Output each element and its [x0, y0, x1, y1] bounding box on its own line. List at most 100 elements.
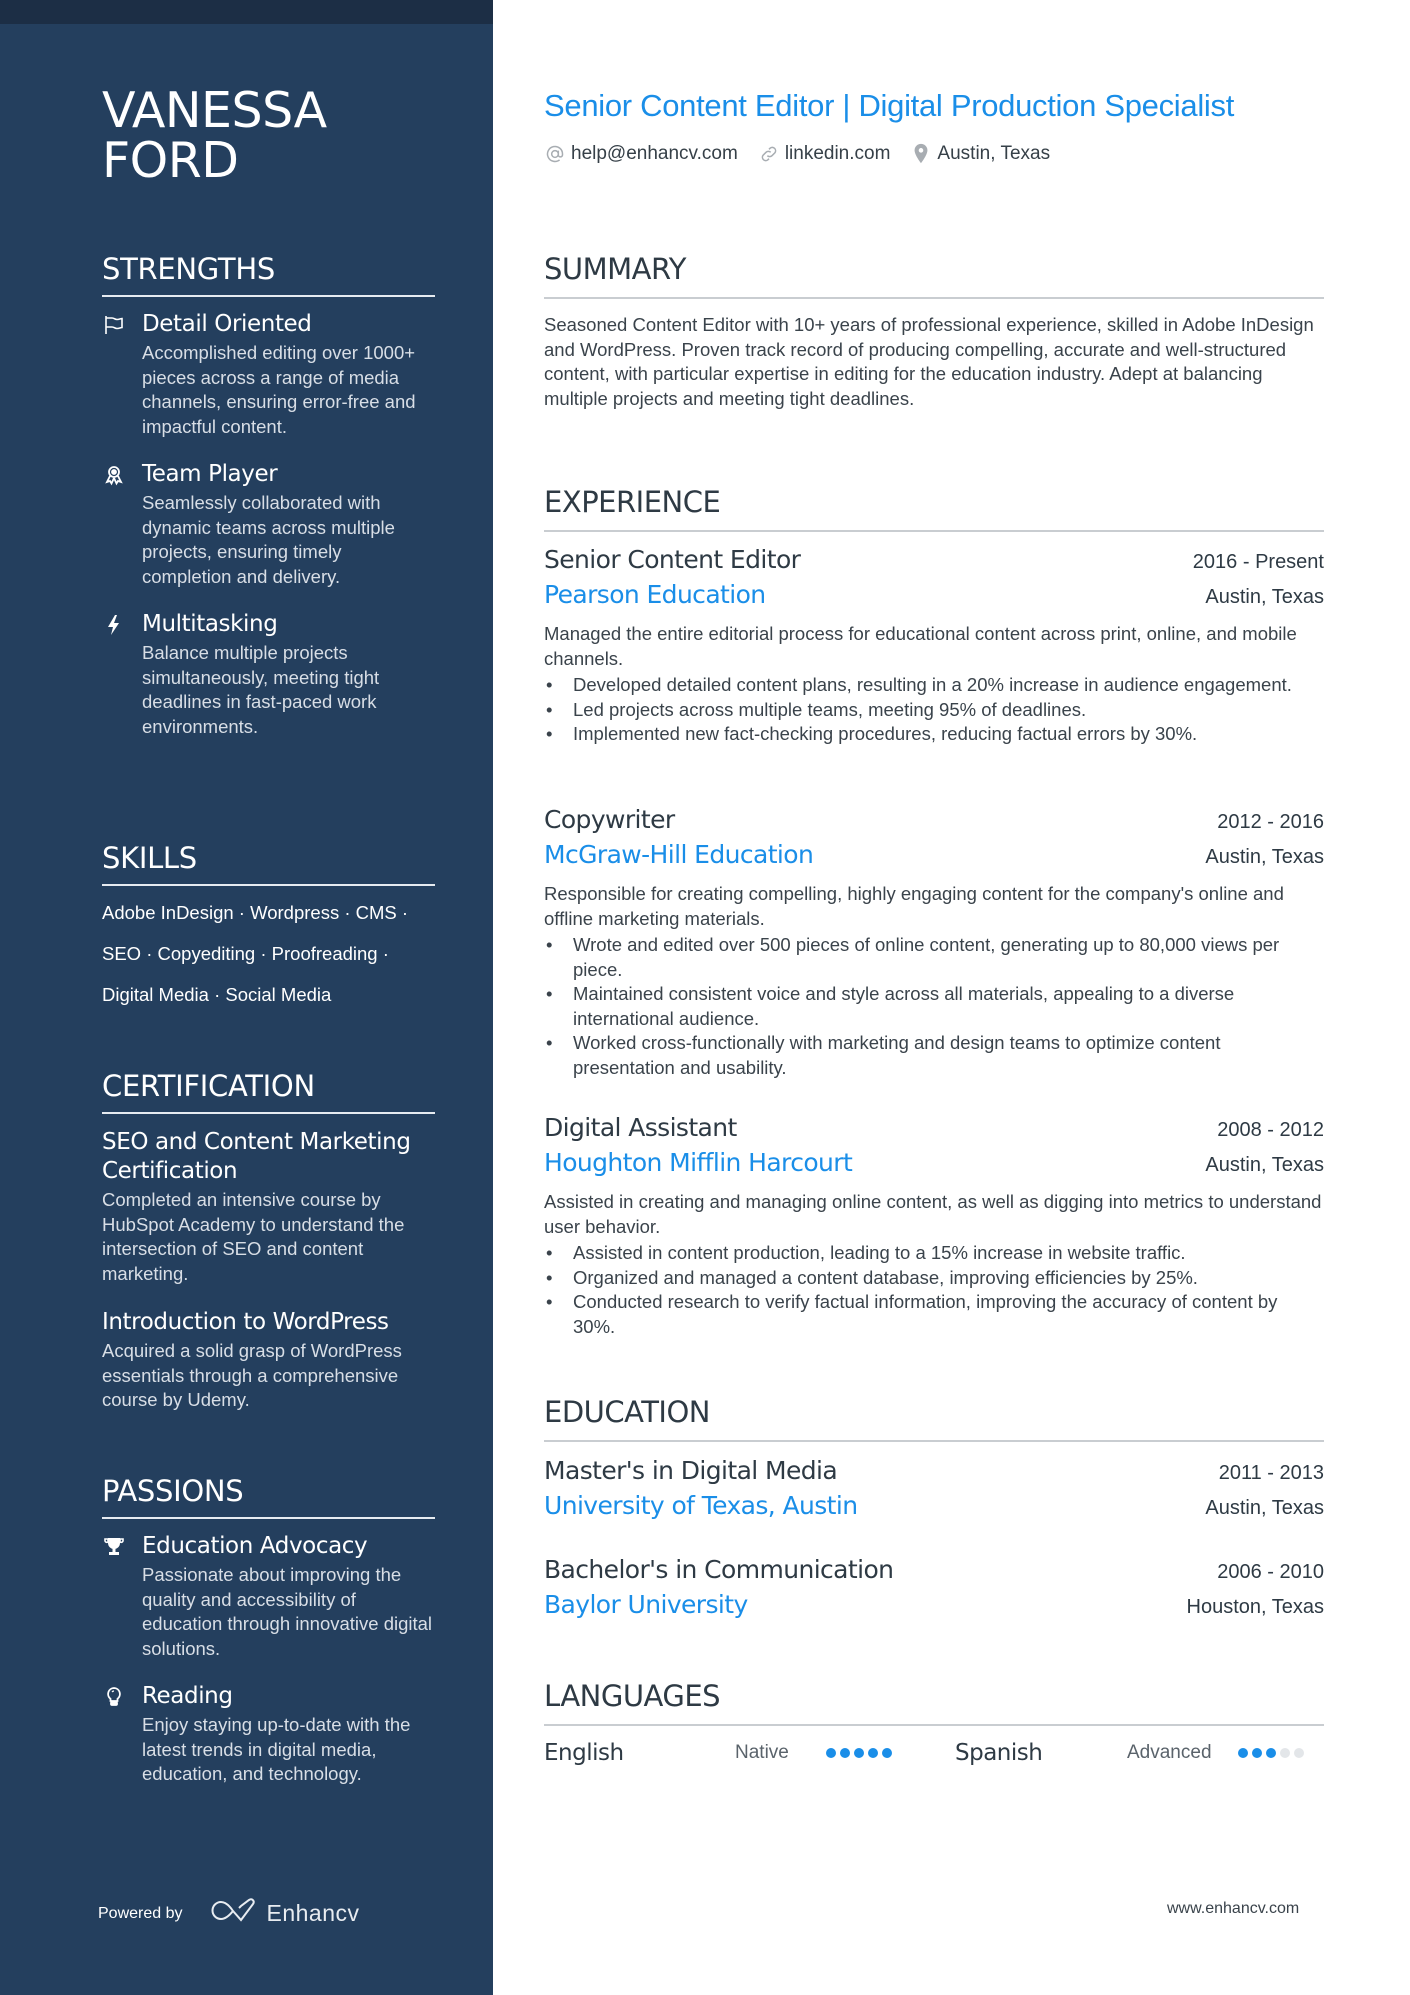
- strength-title: Multitasking: [142, 611, 278, 637]
- linkedin-text: linkedin.com: [784, 143, 891, 164]
- passion-desc: Enjoy staying up-to-date with the latest…: [142, 1714, 411, 1784]
- divider: [102, 1517, 435, 1519]
- divider: [102, 1112, 435, 1114]
- skills-section: SKILLS Adobe InDesign · Wordpress · CMS …: [102, 840, 435, 1015]
- skills-line: Adobe InDesign · Wordpress · CMS ·: [102, 902, 409, 923]
- name-last: FORD: [102, 132, 239, 189]
- passion-item: Education Advocacy Passionate about impr…: [102, 1531, 435, 1661]
- contact-email[interactable]: help@enhancv.com: [544, 143, 738, 165]
- achievement-item: Wrote and edited over 500 pieces of onli…: [544, 933, 1324, 982]
- email-text: help@enhancv.com: [571, 143, 738, 164]
- certification-desc: Acquired a solid grasp of WordPress esse…: [102, 1340, 402, 1410]
- enhancv-logo[interactable]: Enhancv: [211, 1898, 360, 1929]
- passion-title: Education Advocacy: [142, 1533, 368, 1559]
- certification-title: SEO and Content Marketing Certification: [102, 1129, 411, 1184]
- rating-dot-empty: [1280, 1748, 1290, 1758]
- language-rating: [1238, 1748, 1308, 1758]
- link-icon: [758, 143, 780, 165]
- divider: [544, 530, 1324, 532]
- award-ribbon-icon: [102, 463, 126, 487]
- school-name: University of Texas, Austin: [544, 1491, 858, 1520]
- footer-url[interactable]: www.enhancv.com: [1167, 1900, 1299, 1918]
- job-entry: Senior Content Editor 2016 - Present Pear…: [544, 544, 1324, 747]
- passion-title: Reading: [142, 1683, 233, 1709]
- skills-line: Digital Media · Social Media: [102, 984, 332, 1005]
- language-level: Advanced: [1127, 1742, 1212, 1763]
- job-title: Senior Content Editor: [544, 545, 801, 574]
- language-rating: [826, 1748, 896, 1758]
- education-section: EDUCATION: [544, 1394, 1324, 1442]
- infinity-heart-icon: [211, 1898, 259, 1929]
- certification-heading: CERTIFICATION: [102, 1069, 315, 1103]
- at-icon: [544, 143, 566, 165]
- rating-dot-filled: [1238, 1748, 1248, 1758]
- job-title: Copywriter: [544, 805, 675, 834]
- achievement-item: Implemented new fact-checking procedures…: [544, 722, 1324, 747]
- skills-line: SEO · Copyediting · Proofreading ·: [102, 943, 389, 964]
- languages-section: LANGUAGES: [544, 1678, 1324, 1726]
- languages-heading: LANGUAGES: [544, 1679, 721, 1713]
- languages-row: English Native Spanish Advanced: [544, 1737, 1324, 1777]
- contact-linkedin[interactable]: linkedin.com: [758, 143, 891, 165]
- company-name: Houghton Mifflin Harcourt: [544, 1148, 853, 1177]
- job-title: Digital Assistant: [544, 1113, 737, 1142]
- job-dates: 2008 - 2012: [1217, 1119, 1324, 1141]
- strength-title: Detail Oriented: [142, 311, 312, 337]
- job-location: Austin, Texas: [1205, 1154, 1324, 1176]
- rating-dot-filled: [854, 1748, 864, 1758]
- top-band: [0, 0, 493, 24]
- company-name: McGraw-Hill Education: [544, 840, 814, 869]
- rating-dot-filled: [826, 1748, 836, 1758]
- trophy-icon: [102, 1535, 126, 1559]
- certification-title: Introduction to WordPress: [102, 1309, 389, 1335]
- rating-dot-filled: [1252, 1748, 1262, 1758]
- name-first: VANESSA: [102, 82, 327, 139]
- degree: Bachelor's in Communication: [544, 1555, 894, 1584]
- strengths-heading: STRENGTHS: [102, 252, 275, 286]
- lightbulb-icon: [102, 1685, 126, 1709]
- job-dates: 2016 - Present: [1192, 551, 1324, 573]
- company-name: Pearson Education: [544, 580, 766, 609]
- divider: [102, 884, 435, 886]
- powered-by: Powered by Enhancv: [98, 1898, 360, 1929]
- achievement-item: Maintained consistent voice and style ac…: [544, 982, 1324, 1031]
- education-dates: 2011 - 2013: [1218, 1462, 1324, 1484]
- school-location: Houston, Texas: [1186, 1596, 1325, 1618]
- contact-bar: help@enhancv.com linkedin.com Austin, Te…: [544, 143, 1070, 165]
- achievement-item: Assisted in content production, leading …: [544, 1241, 1324, 1266]
- school-location: Austin, Texas: [1205, 1497, 1324, 1519]
- rating-dot-filled: [1266, 1748, 1276, 1758]
- strength-item: Detail Oriented Accomplished editing ove…: [102, 309, 435, 439]
- divider: [102, 295, 435, 297]
- achievement-item: Organized and managed a content database…: [544, 1266, 1324, 1291]
- lightning-bolt-icon: [102, 613, 126, 637]
- job-entry: Copywriter 2012 - 2016 McGraw-Hill Educat…: [544, 804, 1324, 1080]
- language-name: Spanish: [955, 1740, 1043, 1766]
- job-headline: Senior Content Editor | Digital Producti…: [544, 88, 1235, 123]
- achievement-item: Led projects across multiple teams, meet…: [544, 698, 1324, 723]
- job-description: Responsible for creating compelling, hig…: [544, 883, 1284, 929]
- certification-item: Introduction to WordPress Acquired a sol…: [102, 1308, 435, 1413]
- education-entry: Bachelor's in Communication 2006 - 2010 B…: [544, 1554, 1324, 1624]
- achievement-list: Developed detailed content plans, result…: [544, 673, 1324, 747]
- rating-dot-filled: [868, 1748, 878, 1758]
- job-entry: Digital Assistant 2008 - 2012 Houghton Mi…: [544, 1112, 1324, 1339]
- strength-desc: Seamlessly collaborated with dynamic tea…: [142, 492, 395, 587]
- strength-title: Team Player: [142, 461, 278, 487]
- job-dates: 2012 - 2016: [1217, 811, 1324, 833]
- summary-text: Seasoned Content Editor with 10+ years o…: [544, 314, 1314, 409]
- skills-heading: SKILLS: [102, 841, 197, 875]
- divider: [544, 1724, 1324, 1726]
- passion-desc: Passionate about improving the quality a…: [142, 1564, 433, 1659]
- job-description: Managed the entire editorial process for…: [544, 623, 1297, 669]
- certification-desc: Completed an intensive course by HubSpot…: [102, 1189, 405, 1284]
- experience-section: EXPERIENCE: [544, 484, 1324, 532]
- strength-item: Multitasking Balance multiple projects s…: [102, 609, 435, 739]
- strength-desc: Accomplished editing over 1000+ pieces a…: [142, 342, 416, 437]
- education-entry: Master's in Digital Media 2011 - 2013 Uni…: [544, 1455, 1324, 1525]
- strengths-section: STRENGTHS Detail Oriented Accomplished e…: [102, 251, 435, 739]
- strength-desc: Balance multiple projects simultaneously…: [142, 642, 380, 737]
- rating-dot-filled: [882, 1748, 892, 1758]
- summary-section: SUMMARY Seasoned Content Editor with 10+…: [544, 251, 1324, 411]
- brand-name: Enhancv: [266, 1900, 360, 1926]
